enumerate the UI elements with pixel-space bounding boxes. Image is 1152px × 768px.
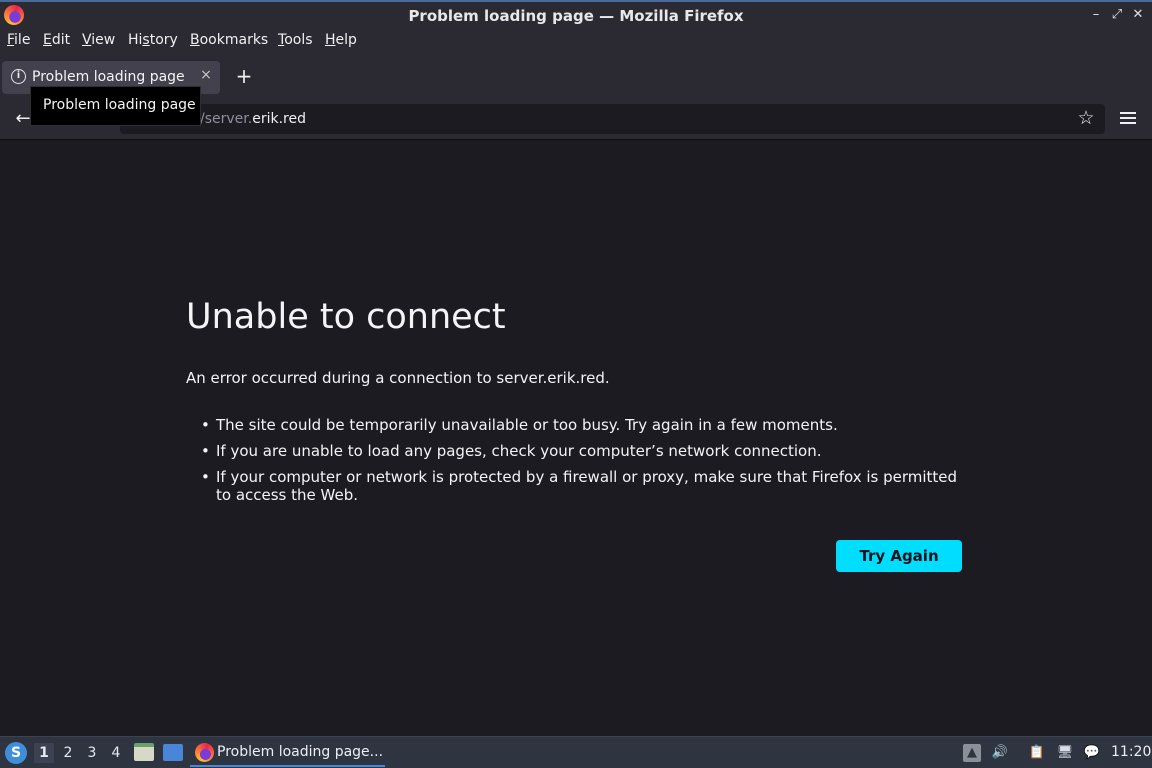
error-title: Unable to connect [186, 297, 506, 337]
menu-history-label: tory [149, 32, 178, 48]
menu-file-accesskey: F [7, 32, 15, 48]
menu-bookmarks-accesskey: B [190, 32, 200, 48]
volume-icon[interactable]: 🔊 [991, 744, 1009, 762]
list-item: If you are unable to load any pages, che… [201, 442, 976, 460]
workspace-2[interactable]: 2 [58, 743, 78, 763]
error-suggestions: The site could be temporarily unavailabl… [201, 416, 976, 512]
minimize-button[interactable]: – [1087, 6, 1105, 24]
menu-file[interactable]: File [7, 32, 30, 48]
menu-file-label: ile [14, 32, 31, 48]
bookmark-star-icon[interactable]: ☆ [1075, 107, 1097, 129]
menu-edit-label: dit [51, 32, 71, 48]
menu-tools-label: ools [284, 32, 313, 48]
menu-history[interactable]: History [128, 32, 178, 48]
workspace-3[interactable]: 3 [82, 743, 102, 763]
notification-icon[interactable]: 💬 [1083, 744, 1101, 762]
menu-help-label: elp [335, 32, 357, 48]
menu-view[interactable]: View [82, 32, 115, 48]
hamburger-line [1120, 112, 1136, 114]
taskbar-task-label: Problem loading page... [217, 744, 384, 760]
menu-edit-accesskey: E [43, 32, 52, 48]
clipboard-icon[interactable]: 📋 [1028, 744, 1046, 762]
url-bar[interactable]: /server.erik.red ☆ [120, 104, 1105, 134]
title-bar: Problem loading page — Mozilla Firefox –… [0, 0, 1152, 29]
workspace-4[interactable]: 4 [106, 743, 126, 763]
window-title: Problem loading page — Mozilla Firefox [408, 7, 744, 25]
url-text: /server.erik.red [200, 111, 306, 127]
hamburger-line [1120, 122, 1136, 124]
taskbar-firefox-task[interactable]: Problem loading page... [190, 739, 385, 767]
menu-bookmarks[interactable]: Bookmarks [190, 32, 268, 48]
firefox-icon [195, 743, 214, 762]
close-window-button[interactable]: ✕ [1129, 6, 1147, 24]
clock: 11:20 [1111, 744, 1152, 760]
menu-bar: File Edit View History Bookmarks Tools H… [0, 29, 1152, 54]
list-item: The site could be temporarily unavailabl… [201, 416, 976, 434]
menu-tools[interactable]: Tools [278, 32, 313, 48]
hamburger-line [1120, 117, 1136, 119]
menu-history-accesskey: s [142, 32, 150, 48]
url-prefix: /server. [200, 111, 253, 127]
show-desktop-icon[interactable] [163, 744, 183, 761]
menu-help-accesskey: H [325, 32, 336, 48]
workspace-1[interactable]: 1 [34, 743, 54, 763]
tray-expand-icon[interactable]: ▲ [963, 744, 981, 762]
info-icon: i [11, 69, 26, 84]
tab-tooltip: Problem loading page [30, 86, 201, 126]
tab-label: Problem loading page [32, 69, 185, 85]
try-again-button[interactable]: Try Again [836, 540, 962, 572]
menu-bookmarks-label: ookmarks [199, 32, 269, 48]
url-host: erik.red [252, 111, 306, 127]
menu-history-pre: Hi [128, 32, 143, 48]
list-item: If your computer or network is protected… [201, 468, 976, 504]
menu-view-accesskey: V [82, 32, 92, 48]
menu-view-label: iew [91, 32, 116, 48]
page-content: Unable to connect An error occurred duri… [0, 140, 1152, 736]
error-description: An error occurred during a connection to… [186, 369, 610, 387]
start-menu-icon[interactable]: S [5, 742, 27, 764]
tab-close-icon[interactable]: × [198, 67, 214, 83]
new-tab-button[interactable]: + [234, 64, 254, 88]
taskbar: S 1 2 3 4 Problem loading page... ▲ 🔊 📋 … [0, 736, 1152, 768]
menu-help[interactable]: Help [325, 32, 357, 48]
file-manager-icon[interactable] [134, 743, 154, 761]
menu-edit[interactable]: Edit [43, 32, 70, 48]
screen: Problem loading page — Mozilla Firefox –… [0, 0, 1152, 768]
maximize-button[interactable]: ⤢ [1108, 6, 1126, 24]
menu-hamburger-icon[interactable] [1118, 109, 1138, 129]
network-icon[interactable]: 🖥 [1056, 744, 1074, 762]
